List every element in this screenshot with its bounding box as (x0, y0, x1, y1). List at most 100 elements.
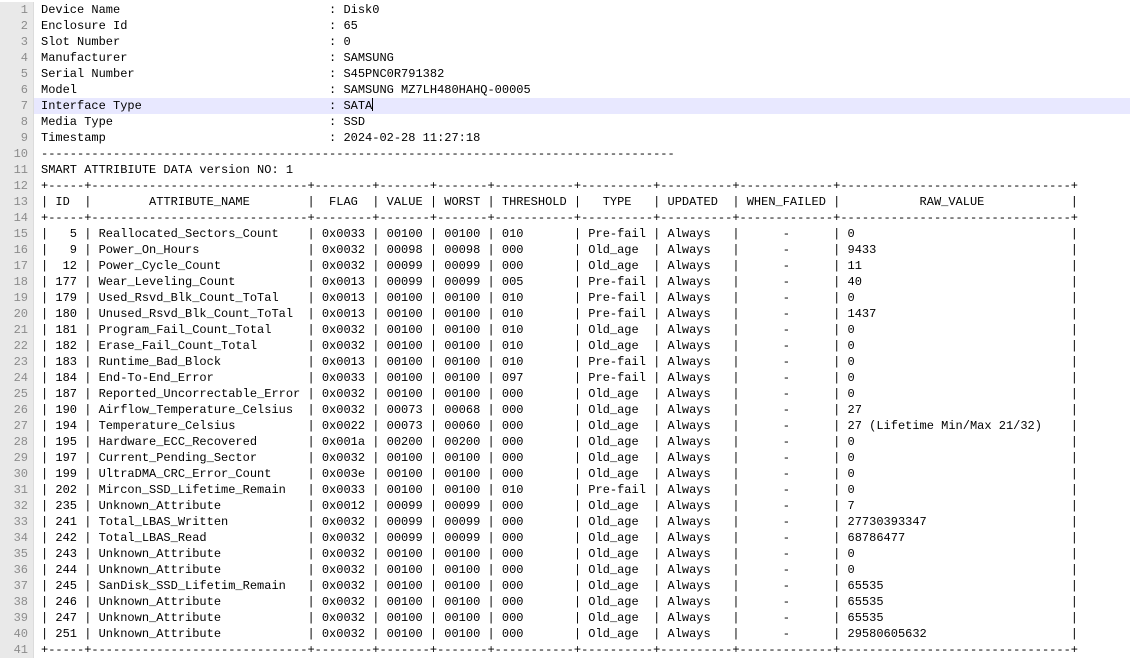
line-number[interactable]: 8 (0, 114, 34, 130)
line-number[interactable]: 38 (0, 594, 34, 610)
editor-line: 6Model : SAMSUNG MZ7LH480HAHQ-00005 (0, 82, 1130, 98)
line-text[interactable]: +-----+------------------------------+--… (34, 210, 1130, 226)
text-caret (372, 98, 373, 111)
line-text[interactable]: Media Type : SSD (34, 114, 1130, 130)
line-number[interactable]: 41 (0, 642, 34, 658)
line-text[interactable]: ----------------------------------------… (34, 146, 1130, 162)
line-number[interactable]: 28 (0, 434, 34, 450)
line-text[interactable]: | 9 | Power_On_Hours | 0x0032 | 00098 | … (34, 242, 1130, 258)
line-text[interactable]: | 180 | Unused_Rsvd_Blk_Count_ToTal | 0x… (34, 306, 1130, 322)
editor-line: 27| 194 | Temperature_Celsius | 0x0022 |… (0, 418, 1130, 434)
line-text[interactable]: | 247 | Unknown_Attribute | 0x0032 | 001… (34, 610, 1130, 626)
line-text[interactable]: | 199 | UltraDMA_CRC_Error_Count | 0x003… (34, 466, 1130, 482)
line-text[interactable]: | 183 | Runtime_Bad_Block | 0x0013 | 001… (34, 354, 1130, 370)
line-text[interactable]: | 184 | End-To-End_Error | 0x0033 | 0010… (34, 370, 1130, 386)
line-text[interactable]: | 245 | SanDisk_SSD_Lifetim_Remain | 0x0… (34, 578, 1130, 594)
line-number[interactable]: 31 (0, 482, 34, 498)
editor-line: 23| 183 | Runtime_Bad_Block | 0x0013 | 0… (0, 354, 1130, 370)
line-text[interactable]: | 195 | Hardware_ECC_Recovered | 0x001a … (34, 434, 1130, 450)
line-text[interactable]: +-----+------------------------------+--… (34, 178, 1130, 194)
line-number[interactable]: 23 (0, 354, 34, 370)
line-number[interactable]: 35 (0, 546, 34, 562)
line-number[interactable]: 33 (0, 514, 34, 530)
line-number[interactable]: 7 (0, 98, 34, 114)
editor-line: 8Media Type : SSD (0, 114, 1130, 130)
line-text[interactable]: | 241 | Total_LBAS_Written | 0x0032 | 00… (34, 514, 1130, 530)
line-number[interactable]: 20 (0, 306, 34, 322)
line-number[interactable]: 1 (0, 2, 34, 18)
line-text[interactable]: Timestamp : 2024-02-28 11:27:18 (34, 130, 1130, 146)
line-number[interactable]: 10 (0, 146, 34, 162)
line-number[interactable]: 32 (0, 498, 34, 514)
line-number[interactable]: 21 (0, 322, 34, 338)
editor-line: 29| 197 | Current_Pending_Sector | 0x003… (0, 450, 1130, 466)
line-text[interactable]: | 246 | Unknown_Attribute | 0x0032 | 001… (34, 594, 1130, 610)
line-number[interactable]: 14 (0, 210, 34, 226)
line-number[interactable]: 39 (0, 610, 34, 626)
line-number[interactable]: 19 (0, 290, 34, 306)
line-number[interactable]: 13 (0, 194, 34, 210)
line-number[interactable]: 16 (0, 242, 34, 258)
line-number[interactable]: 22 (0, 338, 34, 354)
line-text[interactable]: | 251 | Unknown_Attribute | 0x0032 | 001… (34, 626, 1130, 642)
line-text[interactable]: | 177 | Wear_Leveling_Count | 0x0013 | 0… (34, 274, 1130, 290)
line-number[interactable]: 26 (0, 402, 34, 418)
editor-line: 31| 202 | Mircon_SSD_Lifetime_Remain | 0… (0, 482, 1130, 498)
line-number[interactable]: 37 (0, 578, 34, 594)
line-number[interactable]: 24 (0, 370, 34, 386)
line-number[interactable]: 29 (0, 450, 34, 466)
editor-line: 20| 180 | Unused_Rsvd_Blk_Count_ToTal | … (0, 306, 1130, 322)
line-text[interactable]: | 235 | Unknown_Attribute | 0x0012 | 000… (34, 498, 1130, 514)
line-text[interactable]: | 243 | Unknown_Attribute | 0x0032 | 001… (34, 546, 1130, 562)
line-text[interactable]: Enclosure Id : 65 (34, 18, 1130, 34)
line-number[interactable]: 11 (0, 162, 34, 178)
line-text[interactable]: | 194 | Temperature_Celsius | 0x0022 | 0… (34, 418, 1130, 434)
line-text[interactable]: | 244 | Unknown_Attribute | 0x0032 | 001… (34, 562, 1130, 578)
line-number[interactable]: 15 (0, 226, 34, 242)
line-text[interactable]: | 179 | Used_Rsvd_Blk_Count_ToTal | 0x00… (34, 290, 1130, 306)
editor-line: 32| 235 | Unknown_Attribute | 0x0012 | 0… (0, 498, 1130, 514)
line-number[interactable]: 34 (0, 530, 34, 546)
line-number[interactable]: 2 (0, 18, 34, 34)
line-text[interactable]: | 181 | Program_Fail_Count_Total | 0x003… (34, 322, 1130, 338)
editor-line: 14+-----+------------------------------+… (0, 210, 1130, 226)
line-number[interactable]: 25 (0, 386, 34, 402)
line-text[interactable]: Model : SAMSUNG MZ7LH480HAHQ-00005 (34, 82, 1130, 98)
line-text[interactable]: | 182 | Erase_Fail_Count_Total | 0x0032 … (34, 338, 1130, 354)
line-number[interactable]: 5 (0, 66, 34, 82)
line-text[interactable]: Slot Number : 0 (34, 34, 1130, 50)
line-text[interactable]: +-----+------------------------------+--… (34, 642, 1130, 658)
line-number[interactable]: 12 (0, 178, 34, 194)
line-text[interactable]: | 12 | Power_Cycle_Count | 0x0032 | 0009… (34, 258, 1130, 274)
editor-line: 37| 245 | SanDisk_SSD_Lifetim_Remain | 0… (0, 578, 1130, 594)
editor-line: 18| 177 | Wear_Leveling_Count | 0x0013 |… (0, 274, 1130, 290)
line-number[interactable]: 18 (0, 274, 34, 290)
line-text[interactable]: Interface Type : SATA (34, 98, 1130, 114)
line-text[interactable]: Serial Number : S45PNC0R791382 (34, 66, 1130, 82)
editor-line: 3Slot Number : 0 (0, 34, 1130, 50)
line-text[interactable]: | 197 | Current_Pending_Sector | 0x0032 … (34, 450, 1130, 466)
editor-line: 13| ID | ATTRIBUTE_NAME | FLAG | VALUE |… (0, 194, 1130, 210)
editor-line: 15| 5 | Reallocated_Sectors_Count | 0x00… (0, 226, 1130, 242)
line-number[interactable]: 3 (0, 34, 34, 50)
line-number[interactable]: 40 (0, 626, 34, 642)
line-number[interactable]: 9 (0, 130, 34, 146)
editor-line: 17| 12 | Power_Cycle_Count | 0x0032 | 00… (0, 258, 1130, 274)
line-number[interactable]: 17 (0, 258, 34, 274)
line-text[interactable]: SMART ATTRIBIUTE DATA version NO: 1 (34, 162, 1130, 178)
line-number[interactable]: 27 (0, 418, 34, 434)
line-text[interactable]: | ID | ATTRIBUTE_NAME | FLAG | VALUE | W… (34, 194, 1130, 210)
text-editor[interactable]: 1Device Name : Disk02Enclosure Id : 653S… (0, 0, 1130, 658)
line-text[interactable]: | 187 | Reported_Uncorrectable_Error | 0… (34, 386, 1130, 402)
editor-line: 16| 9 | Power_On_Hours | 0x0032 | 00098 … (0, 242, 1130, 258)
line-number[interactable]: 4 (0, 50, 34, 66)
line-number[interactable]: 36 (0, 562, 34, 578)
line-text[interactable]: | 5 | Reallocated_Sectors_Count | 0x0033… (34, 226, 1130, 242)
line-text[interactable]: | 242 | Total_LBAS_Read | 0x0032 | 00099… (34, 530, 1130, 546)
line-text[interactable]: | 202 | Mircon_SSD_Lifetime_Remain | 0x0… (34, 482, 1130, 498)
line-text[interactable]: Manufacturer : SAMSUNG (34, 50, 1130, 66)
line-text[interactable]: Device Name : Disk0 (34, 2, 1130, 18)
line-number[interactable]: 6 (0, 82, 34, 98)
line-number[interactable]: 30 (0, 466, 34, 482)
line-text[interactable]: | 190 | Airflow_Temperature_Celsius | 0x… (34, 402, 1130, 418)
